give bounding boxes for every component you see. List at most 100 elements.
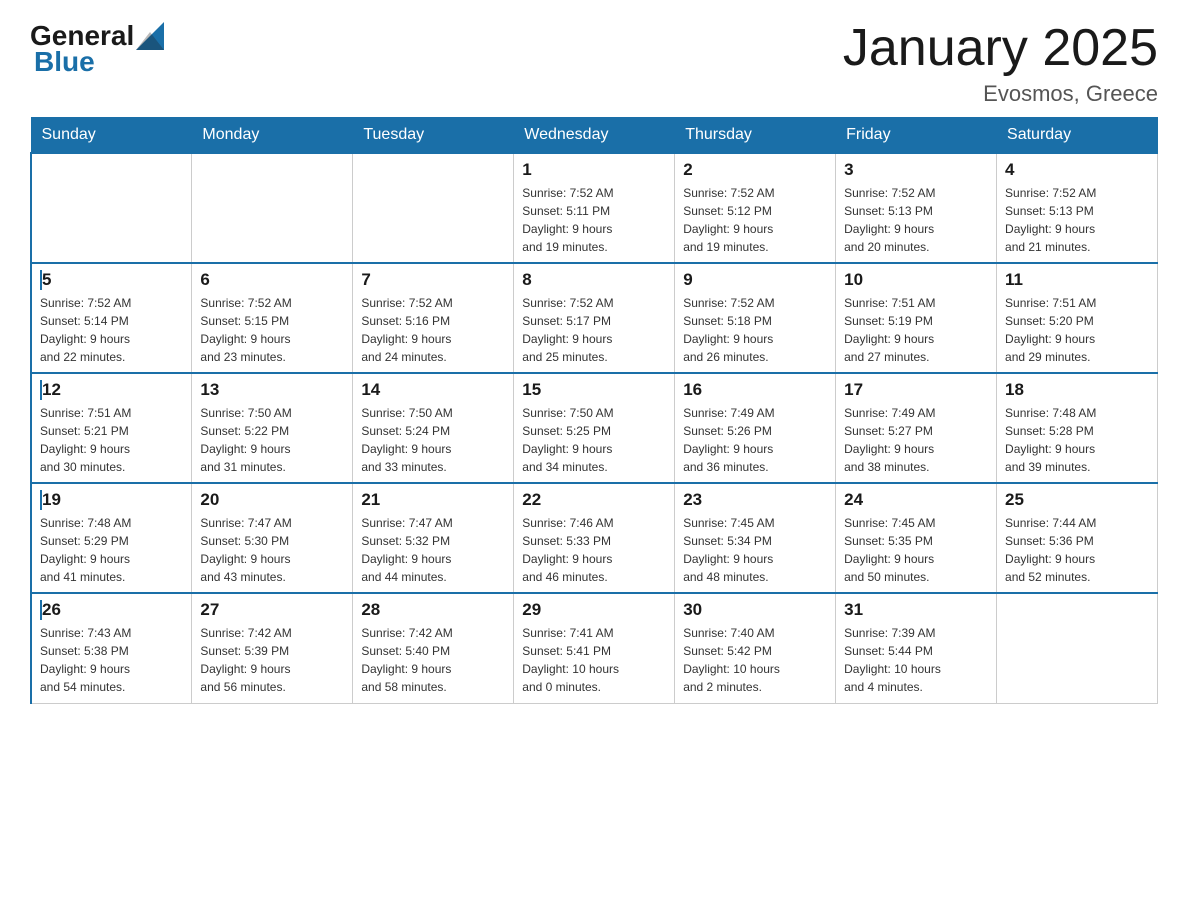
day-info: Sunrise: 7:52 AM Sunset: 5:14 PM Dayligh… — [40, 294, 183, 366]
day-info: Sunrise: 7:52 AM Sunset: 5:12 PM Dayligh… — [683, 184, 827, 256]
day-number: 26 — [40, 600, 183, 620]
calendar-cell: 27 Sunrise: 7:42 AM Sunset: 5:39 PM Dayli… — [192, 593, 353, 703]
calendar-header-friday: Friday — [836, 118, 997, 154]
day-info: Sunrise: 7:52 AM Sunset: 5:16 PM Dayligh… — [361, 294, 505, 366]
calendar-cell: 10 Sunrise: 7:51 AM Sunset: 5:19 PM Dayli… — [836, 263, 997, 373]
calendar-cell: 30Sunrise: 7:40 AM Sunset: 5:42 PM Dayli… — [675, 593, 836, 703]
day-info: Sunrise: 7:41 AM Sunset: 5:41 PM Dayligh… — [522, 624, 666, 696]
logo-icon — [136, 22, 164, 50]
calendar-table: SundayMondayTuesdayWednesdayThursdayFrid… — [30, 117, 1158, 704]
calendar-cell: 22Sunrise: 7:46 AM Sunset: 5:33 PM Dayli… — [514, 483, 675, 593]
day-info: Sunrise: 7:52 AM Sunset: 5:15 PM Dayligh… — [200, 294, 344, 366]
calendar-cell: 20 Sunrise: 7:47 AM Sunset: 5:30 PM Dayli… — [192, 483, 353, 593]
day-number: 27 — [200, 600, 344, 620]
calendar-header-thursday: Thursday — [675, 118, 836, 154]
calendar-cell: 1 Sunrise: 7:52 AM Sunset: 5:11 PM Daylig… — [514, 153, 675, 263]
day-number: 11 — [1005, 270, 1149, 290]
calendar-header-tuesday: Tuesday — [353, 118, 514, 154]
day-info: Sunrise: 7:51 AM Sunset: 5:21 PM Dayligh… — [40, 404, 183, 476]
calendar-cell: 13 Sunrise: 7:50 AM Sunset: 5:22 PM Dayli… — [192, 373, 353, 483]
calendar-week-row: 1 Sunrise: 7:52 AM Sunset: 5:11 PM Daylig… — [31, 153, 1158, 263]
calendar-title: January 2025 — [843, 20, 1158, 77]
day-number: 12 — [40, 380, 183, 400]
calendar-cell: 11 Sunrise: 7:51 AM Sunset: 5:20 PM Dayli… — [997, 263, 1158, 373]
day-info: Sunrise: 7:52 AM Sunset: 5:11 PM Dayligh… — [522, 184, 666, 256]
calendar-cell: 4 Sunrise: 7:52 AM Sunset: 5:13 PM Daylig… — [997, 153, 1158, 263]
calendar-subtitle: Evosmos, Greece — [843, 81, 1158, 107]
calendar-week-row: 26 Sunrise: 7:43 AM Sunset: 5:38 PM Dayli… — [31, 593, 1158, 703]
day-number: 20 — [200, 490, 344, 510]
day-number: 24 — [844, 490, 988, 510]
calendar-header-saturday: Saturday — [997, 118, 1158, 154]
calendar-cell: 14 Sunrise: 7:50 AM Sunset: 5:24 PM Dayli… — [353, 373, 514, 483]
calendar-cell — [353, 153, 514, 263]
calendar-cell: 25Sunrise: 7:44 AM Sunset: 5:36 PM Dayli… — [997, 483, 1158, 593]
calendar-cell — [192, 153, 353, 263]
calendar-cell: 6 Sunrise: 7:52 AM Sunset: 5:15 PM Daylig… — [192, 263, 353, 373]
day-info: Sunrise: 7:52 AM Sunset: 5:18 PM Dayligh… — [683, 294, 827, 366]
calendar-cell: 12 Sunrise: 7:51 AM Sunset: 5:21 PM Dayli… — [31, 373, 192, 483]
calendar-cell: 28Sunrise: 7:42 AM Sunset: 5:40 PM Dayli… — [353, 593, 514, 703]
calendar-cell: 8 Sunrise: 7:52 AM Sunset: 5:17 PM Daylig… — [514, 263, 675, 373]
day-number: 13 — [200, 380, 344, 400]
calendar-cell: 31 Sunrise: 7:39 AM Sunset: 5:44 PM Dayli… — [836, 593, 997, 703]
day-number: 19 — [40, 490, 183, 510]
calendar-cell: 26 Sunrise: 7:43 AM Sunset: 5:38 PM Dayli… — [31, 593, 192, 703]
calendar-cell: 24Sunrise: 7:45 AM Sunset: 5:35 PM Dayli… — [836, 483, 997, 593]
calendar-cell: 18Sunrise: 7:48 AM Sunset: 5:28 PM Dayli… — [997, 373, 1158, 483]
day-info: Sunrise: 7:47 AM Sunset: 5:30 PM Dayligh… — [200, 514, 344, 586]
day-info: Sunrise: 7:39 AM Sunset: 5:44 PM Dayligh… — [844, 624, 988, 696]
day-number: 4 — [1005, 160, 1149, 180]
calendar-cell: 29 Sunrise: 7:41 AM Sunset: 5:41 PM Dayli… — [514, 593, 675, 703]
day-info: Sunrise: 7:47 AM Sunset: 5:32 PM Dayligh… — [361, 514, 505, 586]
day-number: 5 — [40, 270, 183, 290]
day-info: Sunrise: 7:52 AM Sunset: 5:13 PM Dayligh… — [844, 184, 988, 256]
day-number: 15 — [522, 380, 666, 400]
day-info: Sunrise: 7:52 AM Sunset: 5:13 PM Dayligh… — [1005, 184, 1149, 256]
day-info: Sunrise: 7:43 AM Sunset: 5:38 PM Dayligh… — [40, 624, 183, 696]
day-number: 14 — [361, 380, 505, 400]
calendar-cell: 15 Sunrise: 7:50 AM Sunset: 5:25 PM Dayli… — [514, 373, 675, 483]
calendar-cell: 3 Sunrise: 7:52 AM Sunset: 5:13 PM Daylig… — [836, 153, 997, 263]
day-info: Sunrise: 7:42 AM Sunset: 5:39 PM Dayligh… — [200, 624, 344, 696]
day-number: 23 — [683, 490, 827, 510]
page-header: General Blue January 2025 Evosmos, Greec… — [30, 20, 1158, 107]
day-info: Sunrise: 7:49 AM Sunset: 5:27 PM Dayligh… — [844, 404, 988, 476]
day-info: Sunrise: 7:50 AM Sunset: 5:25 PM Dayligh… — [522, 404, 666, 476]
day-number: 2 — [683, 160, 827, 180]
calendar-header-row: SundayMondayTuesdayWednesdayThursdayFrid… — [31, 118, 1158, 154]
day-number: 21 — [361, 490, 505, 510]
title-block: January 2025 Evosmos, Greece — [843, 20, 1158, 107]
day-number: 25 — [1005, 490, 1149, 510]
day-number: 17 — [844, 380, 988, 400]
calendar-cell — [31, 153, 192, 263]
day-number: 8 — [522, 270, 666, 290]
calendar-header-wednesday: Wednesday — [514, 118, 675, 154]
calendar-header-sunday: Sunday — [31, 118, 192, 154]
day-info: Sunrise: 7:46 AM Sunset: 5:33 PM Dayligh… — [522, 514, 666, 586]
calendar-week-row: 5 Sunrise: 7:52 AM Sunset: 5:14 PM Daylig… — [31, 263, 1158, 373]
day-info: Sunrise: 7:52 AM Sunset: 5:17 PM Dayligh… — [522, 294, 666, 366]
day-number: 3 — [844, 160, 988, 180]
calendar-week-row: 19 Sunrise: 7:48 AM Sunset: 5:29 PM Dayli… — [31, 483, 1158, 593]
calendar-cell: 19 Sunrise: 7:48 AM Sunset: 5:29 PM Dayli… — [31, 483, 192, 593]
day-number: 31 — [844, 600, 988, 620]
calendar-cell: 23 Sunrise: 7:45 AM Sunset: 5:34 PM Dayli… — [675, 483, 836, 593]
day-info: Sunrise: 7:40 AM Sunset: 5:42 PM Dayligh… — [683, 624, 827, 696]
calendar-cell: 21 Sunrise: 7:47 AM Sunset: 5:32 PM Dayli… — [353, 483, 514, 593]
day-info: Sunrise: 7:49 AM Sunset: 5:26 PM Dayligh… — [683, 404, 827, 476]
day-info: Sunrise: 7:45 AM Sunset: 5:34 PM Dayligh… — [683, 514, 827, 586]
day-number: 10 — [844, 270, 988, 290]
day-number: 29 — [522, 600, 666, 620]
day-info: Sunrise: 7:51 AM Sunset: 5:20 PM Dayligh… — [1005, 294, 1149, 366]
day-number: 9 — [683, 270, 827, 290]
day-number: 6 — [200, 270, 344, 290]
day-number: 1 — [522, 160, 666, 180]
day-info: Sunrise: 7:50 AM Sunset: 5:24 PM Dayligh… — [361, 404, 505, 476]
calendar-week-row: 12 Sunrise: 7:51 AM Sunset: 5:21 PM Dayli… — [31, 373, 1158, 483]
day-info: Sunrise: 7:48 AM Sunset: 5:29 PM Dayligh… — [40, 514, 183, 586]
day-number: 18 — [1005, 380, 1149, 400]
day-info: Sunrise: 7:51 AM Sunset: 5:19 PM Dayligh… — [844, 294, 988, 366]
day-info: Sunrise: 7:42 AM Sunset: 5:40 PM Dayligh… — [361, 624, 505, 696]
day-info: Sunrise: 7:50 AM Sunset: 5:22 PM Dayligh… — [200, 404, 344, 476]
